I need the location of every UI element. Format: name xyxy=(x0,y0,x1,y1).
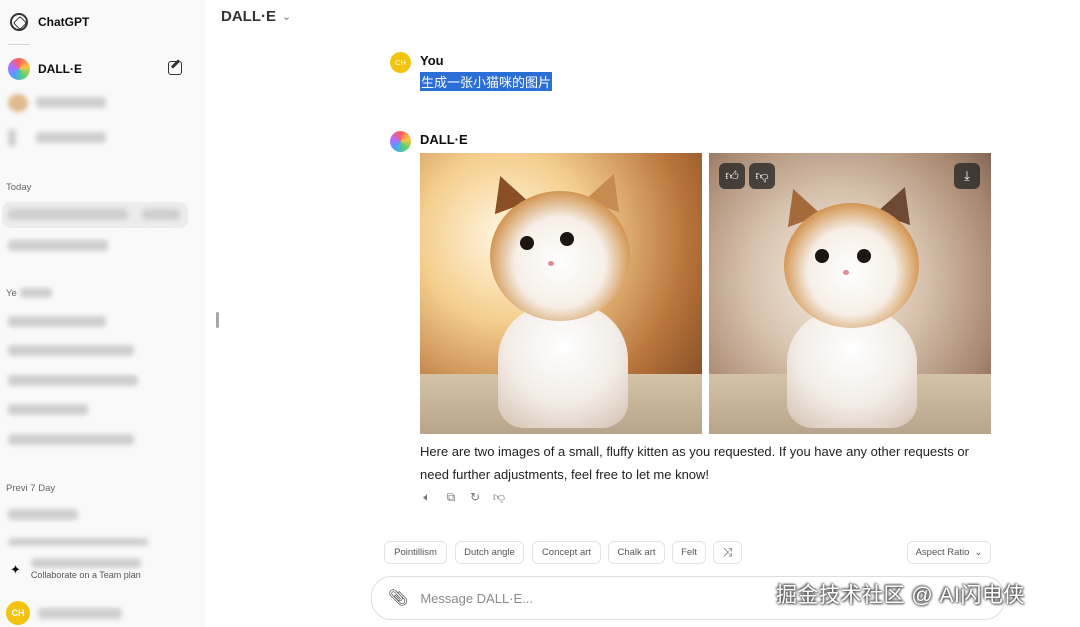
history-item[interactable] xyxy=(8,509,78,520)
new-chat-button[interactable]: ChatGPT xyxy=(6,8,196,36)
sparkle-icon: ✦ xyxy=(10,562,21,577)
kitten-nose xyxy=(548,261,554,266)
history-item[interactable] xyxy=(8,209,128,220)
kitten-body xyxy=(498,303,628,428)
generated-image-1[interactable] xyxy=(420,153,702,434)
kitten-eye xyxy=(815,249,829,263)
app-title: ChatGPT xyxy=(38,15,90,29)
style-chip[interactable]: Chalk art xyxy=(608,541,665,564)
history-item[interactable] xyxy=(8,434,134,445)
edit-icon[interactable] xyxy=(168,61,182,75)
sidebar: ChatGPT DALL·E Today Ye Previ 7 Day ✦ Co… xyxy=(0,0,205,627)
model-switcher[interactable]: DALL·E ⌄ xyxy=(221,8,291,25)
message-author: You xyxy=(420,53,444,68)
app-window: ChatGPT DALL·E Today Ye Previ 7 Day ✦ Co… xyxy=(0,0,1080,627)
user-message-text: 生成一张小猫咪的图片 xyxy=(420,72,553,91)
history-item[interactable] xyxy=(8,240,108,251)
sidebar-divider xyxy=(8,44,30,45)
shuffle-icon[interactable]: ⤨ xyxy=(713,541,742,564)
aspect-ratio-label: Aspect Ratio xyxy=(915,547,970,558)
history-item[interactable] xyxy=(8,345,134,356)
message-author: DALL·E xyxy=(420,132,468,147)
sidebar-gpt-item[interactable] xyxy=(36,132,106,143)
watermark: 掘金技术社区 @ AI闪电侠 xyxy=(776,584,1025,607)
sidebar-gpt-avatar xyxy=(8,94,28,112)
kitten-eye xyxy=(560,232,574,246)
user-name xyxy=(38,607,122,619)
history-item[interactable] xyxy=(8,316,106,327)
kitten-head xyxy=(784,203,919,328)
chevron-down-icon: ⌄ xyxy=(974,547,983,558)
section-label-yesterday: Ye xyxy=(6,288,17,299)
kitten-eye xyxy=(520,236,534,250)
message-input[interactable] xyxy=(420,590,761,606)
history-item-options[interactable] xyxy=(142,209,180,220)
history-item[interactable] xyxy=(8,538,148,546)
dalle-avatar xyxy=(8,58,30,80)
history-item[interactable] xyxy=(8,404,88,415)
kitten-head xyxy=(490,191,630,321)
paperclip-icon[interactable]: 📎︎ xyxy=(388,588,408,608)
kitten-nose xyxy=(843,270,849,275)
thumbs-down-icon[interactable]: 👎︎ xyxy=(749,163,775,189)
avatar: CH xyxy=(390,52,411,73)
thumbs-down-icon[interactable]: 👎︎ xyxy=(492,490,506,504)
section-label-previous: Previ 7 Day xyxy=(6,483,56,494)
style-chip[interactable]: Pointillism xyxy=(384,541,447,564)
sidebar-gpt-avatar xyxy=(8,129,16,147)
message-actions: 🔈︎ ⧉ ↻ 👎︎ xyxy=(420,490,506,505)
sidebar-item-dalle[interactable]: DALL·E xyxy=(6,55,190,83)
generated-image-2[interactable]: 👍︎ 👎︎ ⤓ xyxy=(709,153,991,434)
upgrade-text: Collaborate on a Team plan xyxy=(30,558,141,580)
avatar: CH xyxy=(6,601,30,625)
section-label-today: Today xyxy=(6,182,32,193)
upgrade-plan-button[interactable]: ✦ Collaborate on a Team plan xyxy=(6,558,196,588)
upgrade-subtitle: Collaborate on a Team plan xyxy=(30,570,141,580)
section-label-blur xyxy=(20,288,52,298)
assistant-message-text: Here are two images of a small, fluffy k… xyxy=(420,444,969,482)
chatgpt-logo-icon xyxy=(10,13,28,31)
thumbs-up-icon[interactable]: 👍︎ xyxy=(719,163,745,189)
regenerate-icon[interactable]: ↻ xyxy=(468,490,482,504)
download-icon[interactable]: ⤓ xyxy=(954,163,980,189)
style-chip[interactable]: Dutch angle xyxy=(455,541,524,564)
sidebar-item-label: DALL·E xyxy=(38,62,82,76)
model-name: DALL·E xyxy=(221,8,276,25)
dalle-avatar xyxy=(390,131,411,152)
kitten-eye xyxy=(857,249,871,263)
chevron-down-icon: ⌄ xyxy=(282,11,292,23)
copy-icon[interactable]: ⧉ xyxy=(444,490,458,504)
style-chip[interactable]: Felt xyxy=(672,541,706,564)
style-chip[interactable]: Concept art xyxy=(532,541,601,564)
user-menu-button[interactable]: CH xyxy=(6,601,122,625)
upgrade-title xyxy=(30,558,141,568)
aspect-ratio-dropdown[interactable]: Aspect Ratio ⌄ xyxy=(907,541,991,564)
speaker-icon[interactable]: 🔈︎ xyxy=(420,490,434,504)
sidebar-collapse-handle[interactable] xyxy=(216,312,219,328)
history-item[interactable] xyxy=(8,375,138,386)
sidebar-gpt-item[interactable] xyxy=(36,97,106,108)
